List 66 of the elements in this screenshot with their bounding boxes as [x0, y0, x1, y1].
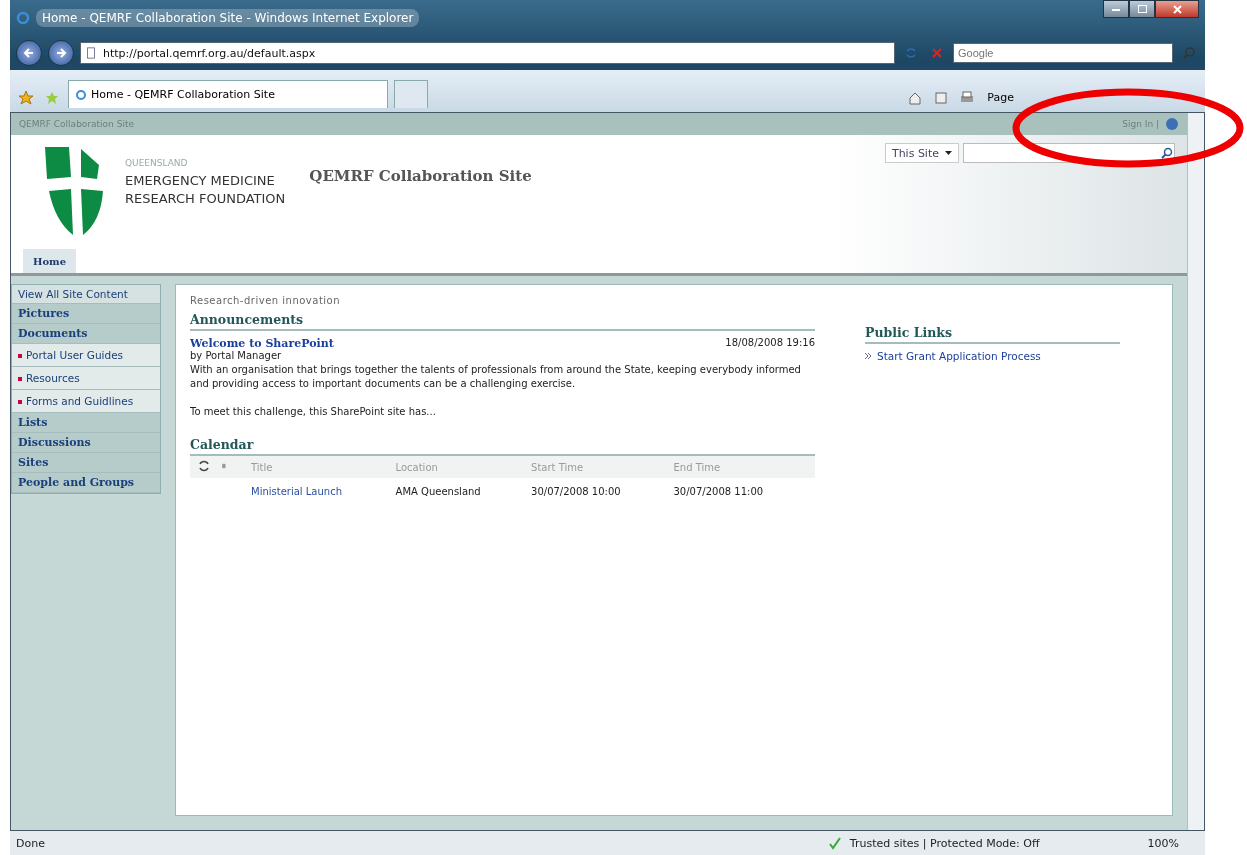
table-cell: 30/07/2008 11:00 [672, 478, 815, 504]
section-title: Public Links [865, 325, 1120, 344]
announcement-link[interactable]: Welcome to SharePoint [190, 337, 334, 350]
caret-icon [945, 151, 952, 155]
nav-heading[interactable]: Documents [12, 324, 160, 344]
section-title: Announcements [190, 312, 815, 331]
maximize-button[interactable] [1129, 0, 1155, 18]
stop-icon [931, 47, 943, 59]
announcement-author: by Portal Manager [190, 350, 283, 361]
bullet-icon [18, 400, 22, 404]
double-chevron-icon [865, 353, 871, 359]
nav-heading[interactable]: Sites [12, 453, 160, 473]
help-icon[interactable] [1165, 117, 1179, 131]
view-all-link[interactable]: View All Site Content [12, 285, 160, 304]
search-scope-dropdown[interactable]: This Site [884, 143, 959, 163]
organisation-name: EMERGENCY MEDICINE [125, 172, 276, 190]
bullet-icon [18, 354, 22, 358]
security-zone[interactable]: Trusted sites | Protected Mode: Off [849, 836, 1040, 850]
refresh-icon[interactable] [197, 459, 211, 473]
nav-link[interactable]: Resources [12, 367, 160, 390]
organisation-name: QUEENSLAND [125, 157, 189, 170]
maximize-icon [1137, 5, 1147, 13]
event-link[interactable]: Ministerial Launch [250, 478, 395, 504]
announcement-date: 18/08/2008 19:16 [725, 337, 815, 350]
nav-link[interactable]: Forms and Guidlines [12, 390, 160, 413]
page-icon [85, 47, 97, 59]
address-field[interactable]: http://portal.qemrf.org.au/default.aspx [80, 42, 895, 64]
public-link[interactable]: Start Grant Application Process [877, 350, 1041, 362]
nav-tab[interactable]: Home [23, 249, 77, 273]
close-button[interactable] [1155, 0, 1199, 18]
minimize-icon [1112, 7, 1120, 11]
nav-heading[interactable]: Pictures [12, 304, 160, 324]
close-icon [1172, 4, 1182, 14]
favorites-star-button[interactable] [16, 88, 36, 108]
browser-tab[interactable]: Home - QEMRF Collaboration Site [68, 80, 388, 108]
announcement-text: With an organisation that brings together the talents of professionals from around the State, keeping everybody informed and providing access to important documents can be a challenging exercise. [190, 363, 802, 391]
nav-link[interactable]: Portal User Guides [12, 344, 160, 367]
scrollbar[interactable] [1187, 113, 1204, 830]
table-cell: 30/07/2008 10:00 [530, 478, 673, 504]
forward-arrow-icon [55, 47, 67, 59]
ie-logo-icon [16, 11, 30, 25]
window-title: Home - QEMRF Collaboration Site - Windows Internet Explorer [36, 9, 420, 27]
printer-icon [960, 91, 975, 105]
zoom-level[interactable]: 100% [1147, 836, 1179, 850]
tagline: Research-driven innovation [190, 295, 342, 306]
new-tab-button[interactable] [394, 80, 428, 108]
command-menu[interactable]: Page [983, 86, 1018, 108]
refresh-icon [904, 46, 918, 60]
search-icon[interactable] [1160, 146, 1174, 160]
announcement-text: To meet this challenge, this SharePoint site has... [190, 405, 437, 419]
back-arrow-icon [23, 47, 35, 59]
table-cell: AMA Queensland [394, 478, 531, 504]
checkmark-icon [827, 836, 842, 850]
url-text: http://portal.qemrf.org.au/default.aspx [103, 46, 316, 60]
site-title: QEMRF Collaboration Site [309, 167, 532, 185]
forward-button[interactable] [48, 40, 74, 66]
nav-heading[interactable]: Lists [12, 413, 160, 433]
nav-heading[interactable]: Discussions [12, 433, 160, 453]
status-text: Done [16, 836, 45, 850]
ie-logo-icon [75, 88, 87, 101]
nav-heading[interactable]: People and Groups [12, 473, 160, 493]
organisation-name: RESEARCH FOUNDATION [125, 190, 286, 208]
minimize-button[interactable] [1103, 0, 1129, 18]
search-field[interactable]: Google [953, 43, 1173, 63]
back-button[interactable] [16, 40, 42, 66]
bullet-icon [18, 377, 22, 381]
